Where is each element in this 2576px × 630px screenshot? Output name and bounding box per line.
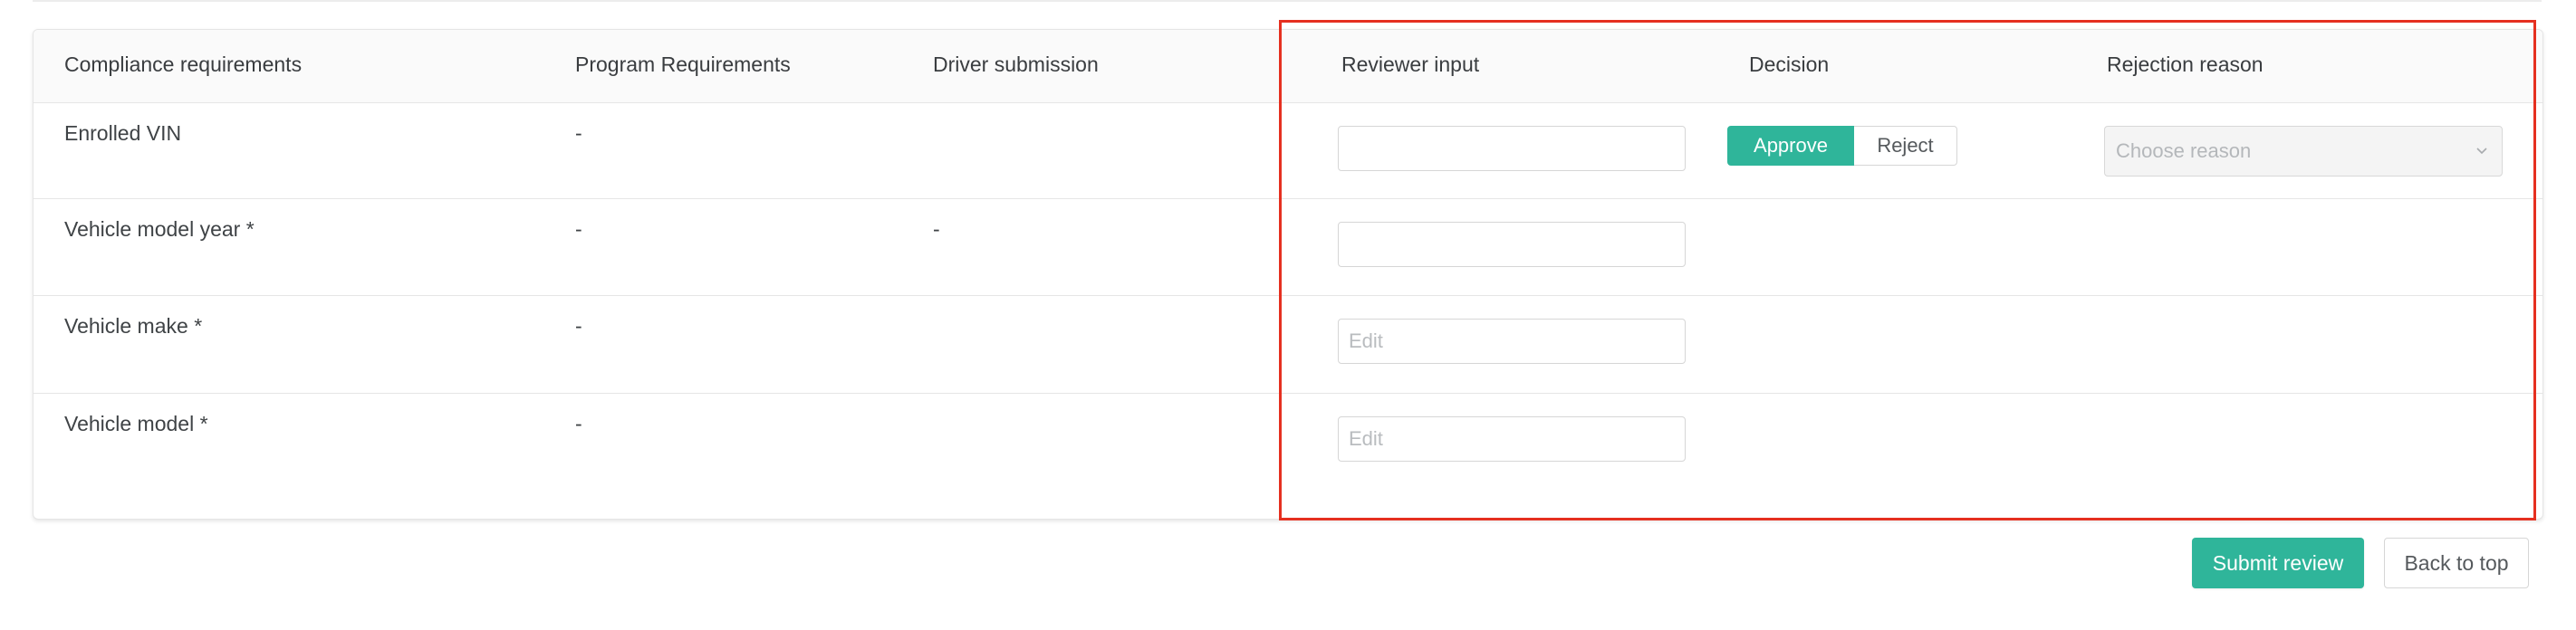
requirement-label: Vehicle model year *: [64, 217, 255, 241]
approve-button[interactable]: Approve: [1727, 126, 1854, 166]
reviewer-input-field[interactable]: [1338, 126, 1686, 171]
header-decision: Decision: [1749, 52, 1830, 76]
requirement-label: Vehicle make *: [64, 314, 203, 338]
top-divider: [33, 0, 2542, 2]
back-to-top-button[interactable]: Back to top: [2384, 538, 2529, 588]
reviewer-input-field[interactable]: Edit: [1338, 319, 1686, 364]
header-rejection-reason: Rejection reason: [2107, 52, 2264, 76]
reviewer-input-field[interactable]: Edit: [1338, 416, 1686, 462]
chevron-down-icon: [2476, 148, 2487, 155]
reject-button[interactable]: Reject: [1854, 126, 1957, 166]
decision-toggle: Approve Reject: [1727, 126, 1957, 166]
header-driver-submission: Driver submission: [933, 52, 1099, 76]
program-requirement-value: -: [575, 121, 582, 145]
table-row: Vehicle model * - Edit: [34, 393, 2542, 519]
table-row: Vehicle make * - Edit: [34, 295, 2542, 394]
program-requirement-value: -: [575, 412, 582, 435]
submit-review-button[interactable]: Submit review: [2192, 538, 2364, 588]
header-compliance-requirements: Compliance requirements: [64, 52, 303, 76]
rejection-reason-select[interactable]: Choose reason: [2104, 126, 2503, 177]
compliance-table: Compliance requirements Program Requirem…: [33, 29, 2543, 520]
driver-submission-value: -: [933, 217, 940, 241]
reviewer-input-field[interactable]: [1338, 222, 1686, 267]
program-requirement-value: -: [575, 217, 582, 241]
program-requirement-value: -: [575, 314, 582, 338]
requirement-label: Vehicle model *: [64, 412, 208, 435]
rejection-reason-placeholder: Choose reason: [2116, 139, 2252, 162]
table-row: Vehicle model year * - -: [34, 198, 2542, 296]
requirement-label: Enrolled VIN: [64, 121, 182, 145]
header-reviewer-input: Reviewer input: [1341, 52, 1480, 76]
table-row: Enrolled VIN - Approve Reject Choose rea…: [34, 102, 2542, 199]
table-header: Compliance requirements Program Requirem…: [34, 30, 2542, 103]
header-program-requirements: Program Requirements: [575, 52, 791, 76]
